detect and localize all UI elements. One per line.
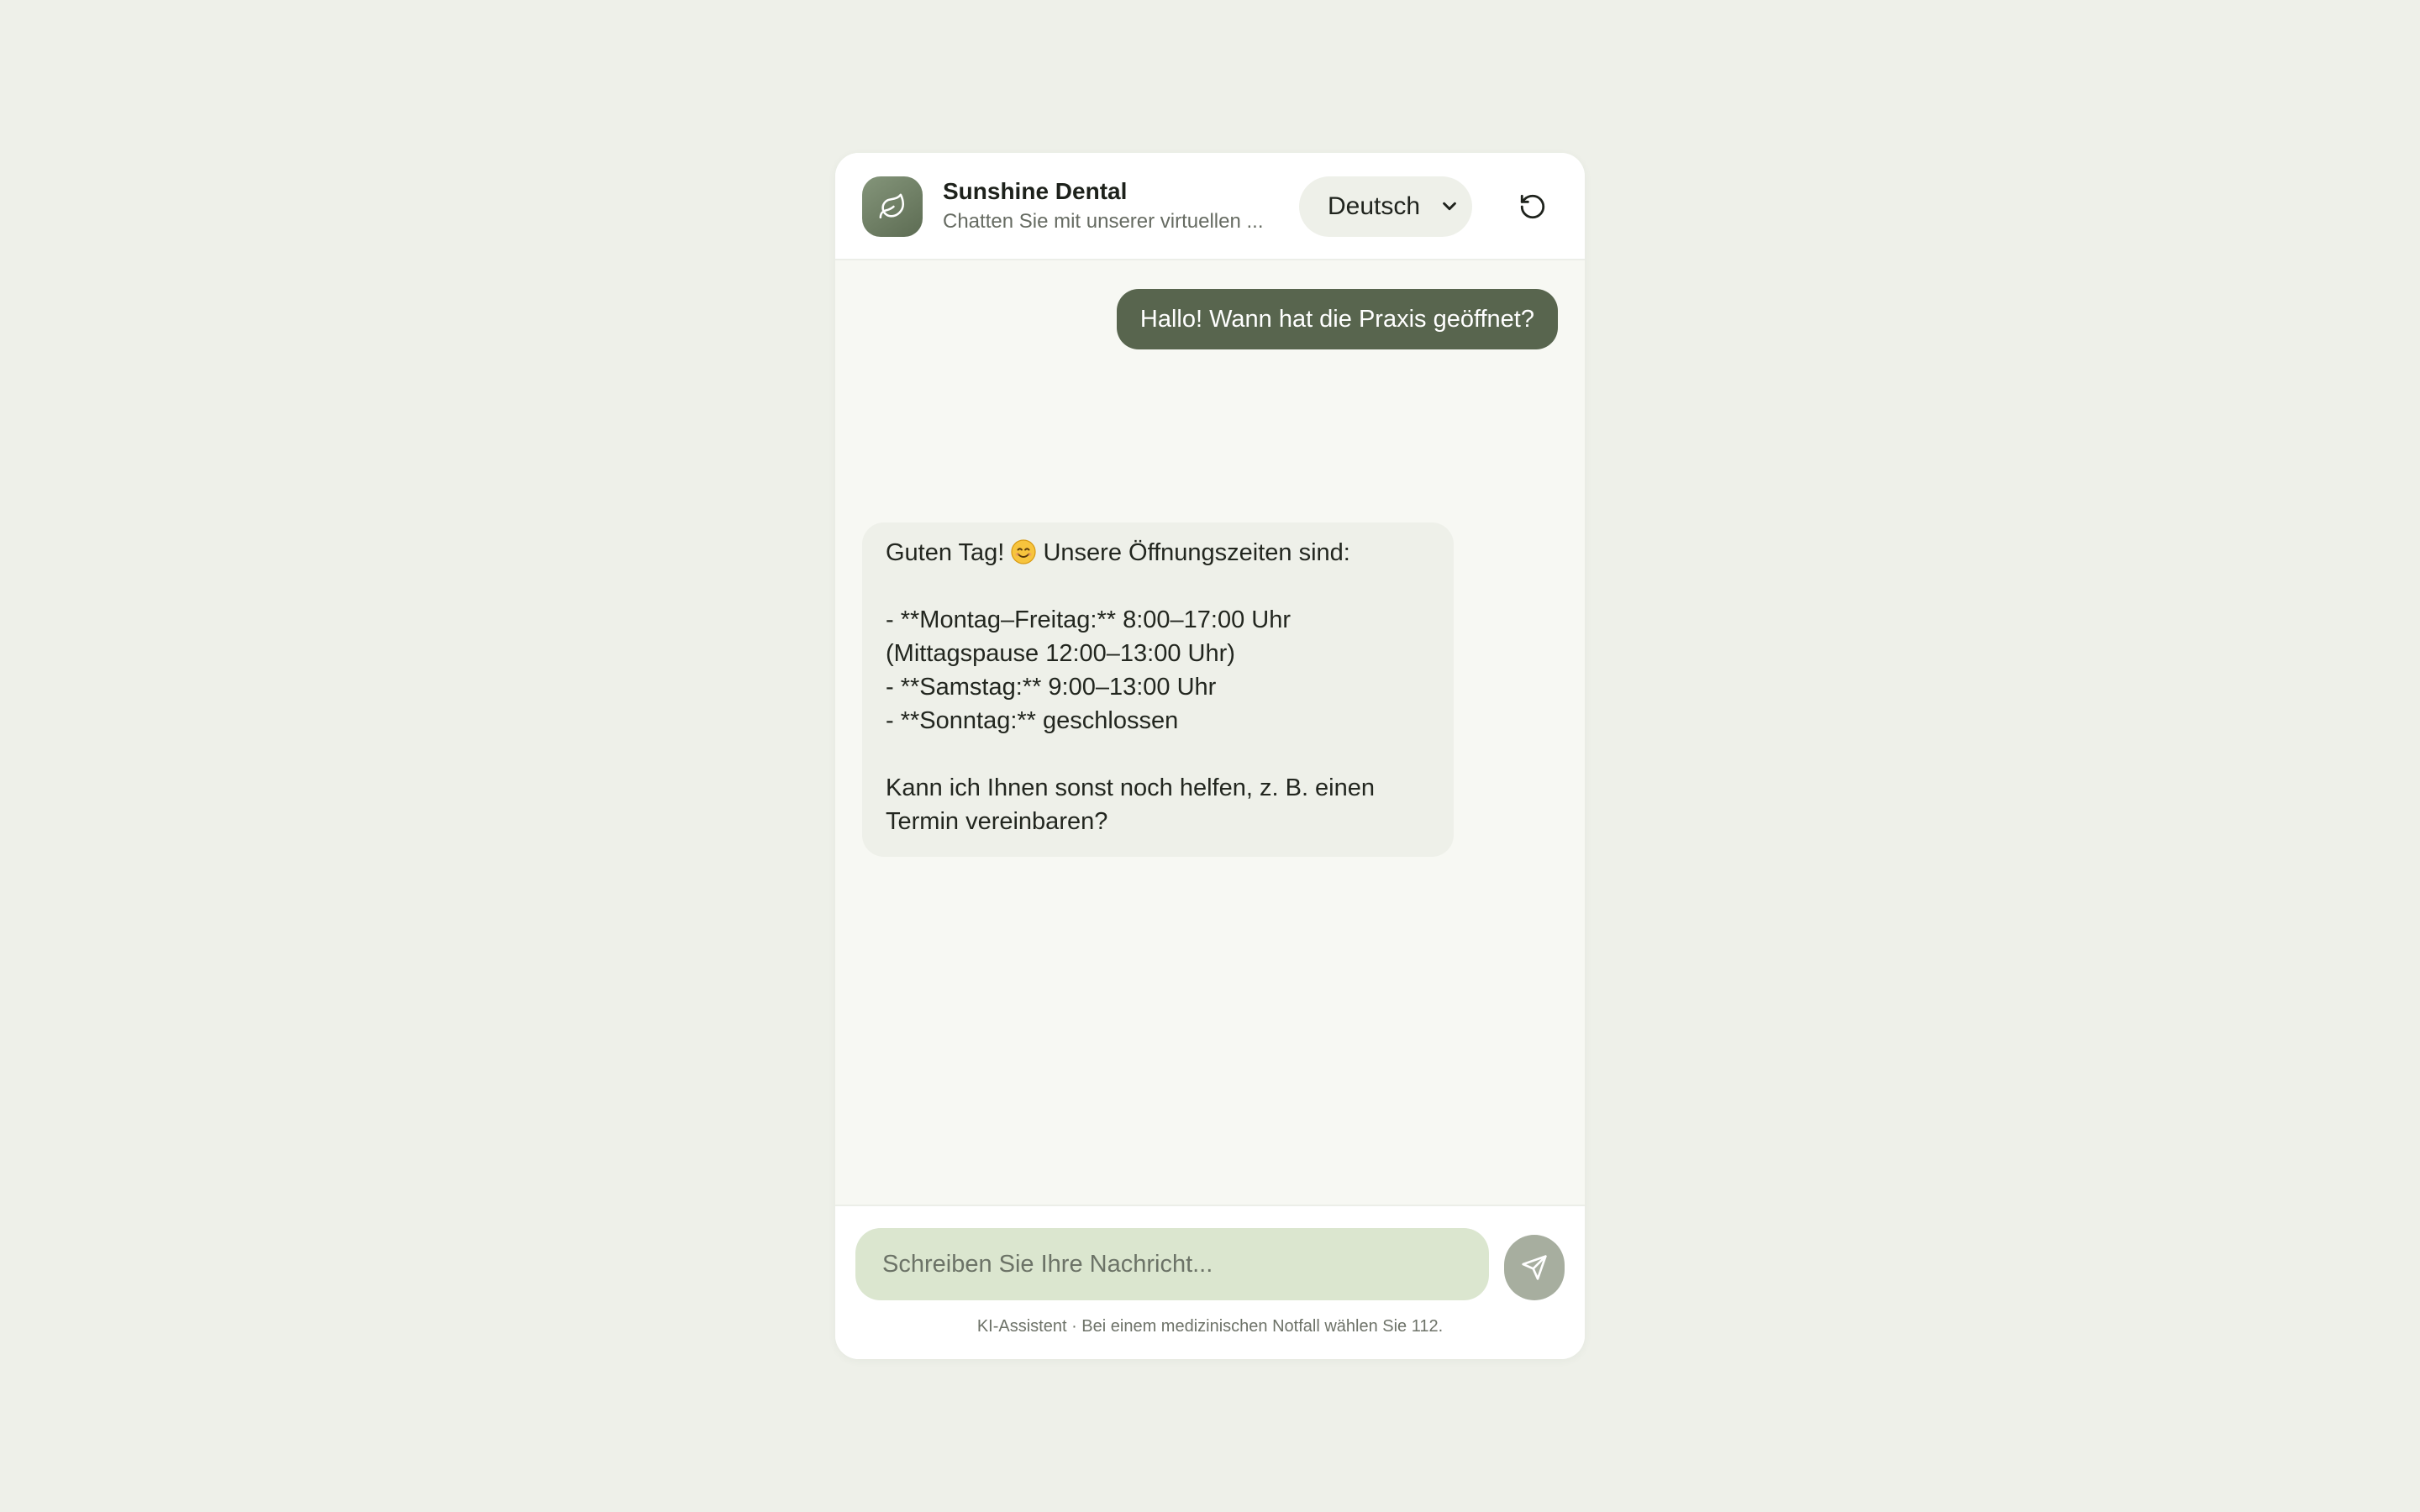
send-button[interactable] — [1504, 1235, 1565, 1300]
message-input[interactable] — [881, 1249, 1464, 1279]
chat-window: Sunshine Dental Chatten Sie mit unserer … — [835, 153, 1585, 1359]
brand-title: Sunshine Dental — [943, 178, 1128, 204]
reset-chat-button[interactable] — [1502, 176, 1563, 237]
refresh-icon — [1518, 192, 1547, 221]
chat-header: Sunshine Dental Chatten Sie mit unserer … — [835, 153, 1585, 260]
send-icon — [1521, 1254, 1548, 1281]
hours-line: - **Sonntag:** geschlossen — [886, 707, 1179, 734]
chevron-down-icon — [1440, 197, 1459, 215]
hours-line: - **Montag–Freitag:** 8:00–17:00 Uhr (Mi… — [886, 606, 1298, 667]
hours-line: - **Samstag:** 9:00–13:00 Uhr — [886, 674, 1217, 701]
composer: KI-Assistent · Bei einem medizinischen N… — [835, 1205, 1585, 1359]
disclaimer-text: KI-Assistent · Bei einem medizinischen N… — [976, 1317, 1444, 1336]
assistant-message: Guten Tag! Unsere Öffnungszeiten sind: -… — [862, 522, 1454, 857]
brand-avatar — [862, 176, 923, 237]
leaf-icon — [878, 192, 907, 221]
greeting-text-continued: Unsere Öffnungszeiten sind: — [1036, 539, 1350, 566]
smiling-face-emoji — [1011, 539, 1037, 564]
greeting-text: Guten Tag! — [886, 539, 1012, 566]
user-message: Hallo! Wann hat die Praxis geöffnet? — [1116, 289, 1558, 349]
assistant-greeting: Guten Tag! Unsere Öffnungszeiten sind: — [886, 536, 1430, 570]
language-select-value: Deutsch — [1328, 192, 1421, 220]
message-list[interactable]: Hallo! Wann hat die Praxis geöffnet? Gut… — [835, 260, 1585, 1357]
assistant-closing: Kann ich Ihnen sonst noch helfen, z. B. … — [886, 774, 1381, 835]
message-input-wrapper[interactable] — [855, 1228, 1489, 1300]
brand-subtitle: Chatten Sie mit unserer virtuellen ... — [943, 210, 1264, 233]
language-select[interactable]: Deutsch — [1299, 176, 1472, 237]
